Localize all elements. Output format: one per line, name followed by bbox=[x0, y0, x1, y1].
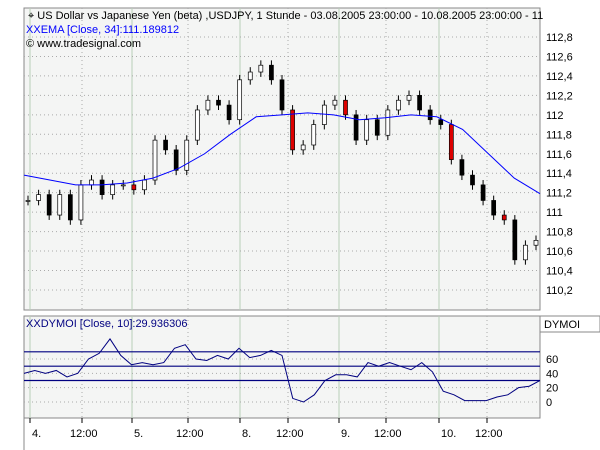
candle bbox=[290, 109, 295, 151]
candle bbox=[237, 79, 243, 121]
y-tick-label: 111,2 bbox=[546, 188, 572, 200]
x-tick-label: 12:00 bbox=[374, 428, 402, 440]
y-tick-label: 112,2 bbox=[546, 90, 573, 102]
candle bbox=[427, 109, 433, 121]
candle bbox=[57, 194, 63, 216]
indicator-icon: XX bbox=[26, 318, 41, 330]
candle bbox=[480, 184, 486, 201]
candle bbox=[173, 149, 179, 171]
x-tick-label: 5. bbox=[134, 428, 143, 440]
ema-legend: XXEMA [Close, 34]:111.189812 bbox=[26, 24, 180, 36]
candle bbox=[110, 184, 116, 195]
dymoi-panel bbox=[23, 315, 541, 419]
candle bbox=[99, 179, 105, 195]
candle bbox=[523, 244, 528, 261]
candle bbox=[491, 200, 497, 216]
candle bbox=[300, 144, 306, 151]
y-tick-label: 40 bbox=[546, 368, 558, 380]
candle bbox=[269, 64, 274, 81]
y-tick-label: 112 bbox=[546, 110, 564, 122]
candle bbox=[194, 109, 200, 141]
candle bbox=[385, 109, 391, 136]
y-tick-label: 111 bbox=[546, 207, 563, 219]
candle bbox=[311, 124, 317, 146]
candle bbox=[163, 139, 168, 151]
chart: 4. 12:00 5. 12:00 8. 12:00 9. 12:00 10. 12:00 112,… bbox=[23, 7, 600, 450]
y-tick-label: 111,6 bbox=[546, 149, 572, 161]
candle bbox=[216, 99, 221, 106]
candle bbox=[67, 194, 73, 221]
x-tick-label: 9. bbox=[341, 428, 350, 440]
candle bbox=[364, 119, 370, 141]
y-tick-label: 110,8 bbox=[546, 227, 573, 239]
price-panel bbox=[23, 7, 541, 311]
x-tick-label: 8. bbox=[242, 428, 251, 440]
candle bbox=[247, 71, 253, 81]
y-tick-label: 112,4 bbox=[546, 71, 573, 83]
candle bbox=[406, 95, 412, 101]
x-tick-label: 12:00 bbox=[276, 428, 304, 440]
y-tick-label: 112,6 bbox=[546, 51, 573, 63]
candle bbox=[448, 124, 454, 160]
x-tick-label: 12:00 bbox=[176, 428, 204, 440]
candle bbox=[374, 119, 380, 136]
x-tick-label: 12:00 bbox=[70, 428, 98, 440]
indicator-icon: XX bbox=[26, 24, 41, 36]
y-tick-label: 0 bbox=[546, 397, 552, 409]
x-tick-label: 12:00 bbox=[475, 428, 503, 440]
candle bbox=[142, 179, 147, 191]
x-tick-label: 10. bbox=[441, 428, 456, 440]
candle bbox=[470, 174, 475, 186]
candle bbox=[258, 64, 264, 73]
candle bbox=[152, 139, 158, 181]
y-tick-label: 112,8 bbox=[546, 32, 573, 44]
dymoi-axis-title: DYMOI bbox=[544, 319, 581, 331]
candle bbox=[78, 184, 84, 221]
y-tick-label: 60 bbox=[546, 354, 558, 366]
dymoi-legend: XXDYMOI [Close, 10]:29.936306 bbox=[26, 318, 188, 330]
y-tick-label: 20 bbox=[546, 383, 558, 395]
candle bbox=[343, 99, 348, 116]
candle bbox=[46, 194, 52, 216]
candle bbox=[512, 219, 518, 261]
y-tick-label: 110,4 bbox=[546, 266, 573, 278]
candle bbox=[279, 79, 285, 111]
candle bbox=[226, 104, 232, 121]
candle bbox=[459, 159, 465, 176]
chart-title: ⌖ US Dollar vs Japanese Yen (beta) ,USDJ… bbox=[28, 10, 544, 22]
candle bbox=[501, 214, 507, 221]
y-tick-label: 110,2 bbox=[546, 285, 573, 297]
copyright: © www.tradesignal.com bbox=[26, 38, 142, 50]
candle bbox=[396, 99, 401, 111]
candle bbox=[184, 139, 190, 171]
y-tick-label: 111,8 bbox=[546, 129, 572, 141]
candle bbox=[438, 119, 444, 125]
candle bbox=[25, 200, 31, 202]
x-tick-label: 4. bbox=[32, 428, 41, 440]
candle bbox=[321, 104, 327, 125]
candle bbox=[131, 184, 137, 191]
y-tick-label: 111,4 bbox=[546, 168, 572, 180]
candle bbox=[332, 99, 338, 106]
instrument-icon: ⌖ bbox=[28, 10, 38, 22]
candle bbox=[417, 95, 422, 111]
y-tick-label: 110,6 bbox=[546, 246, 573, 258]
candle bbox=[120, 184, 126, 187]
candle bbox=[89, 179, 94, 186]
candle bbox=[205, 99, 211, 111]
candle bbox=[533, 240, 539, 246]
candle bbox=[36, 194, 41, 201]
